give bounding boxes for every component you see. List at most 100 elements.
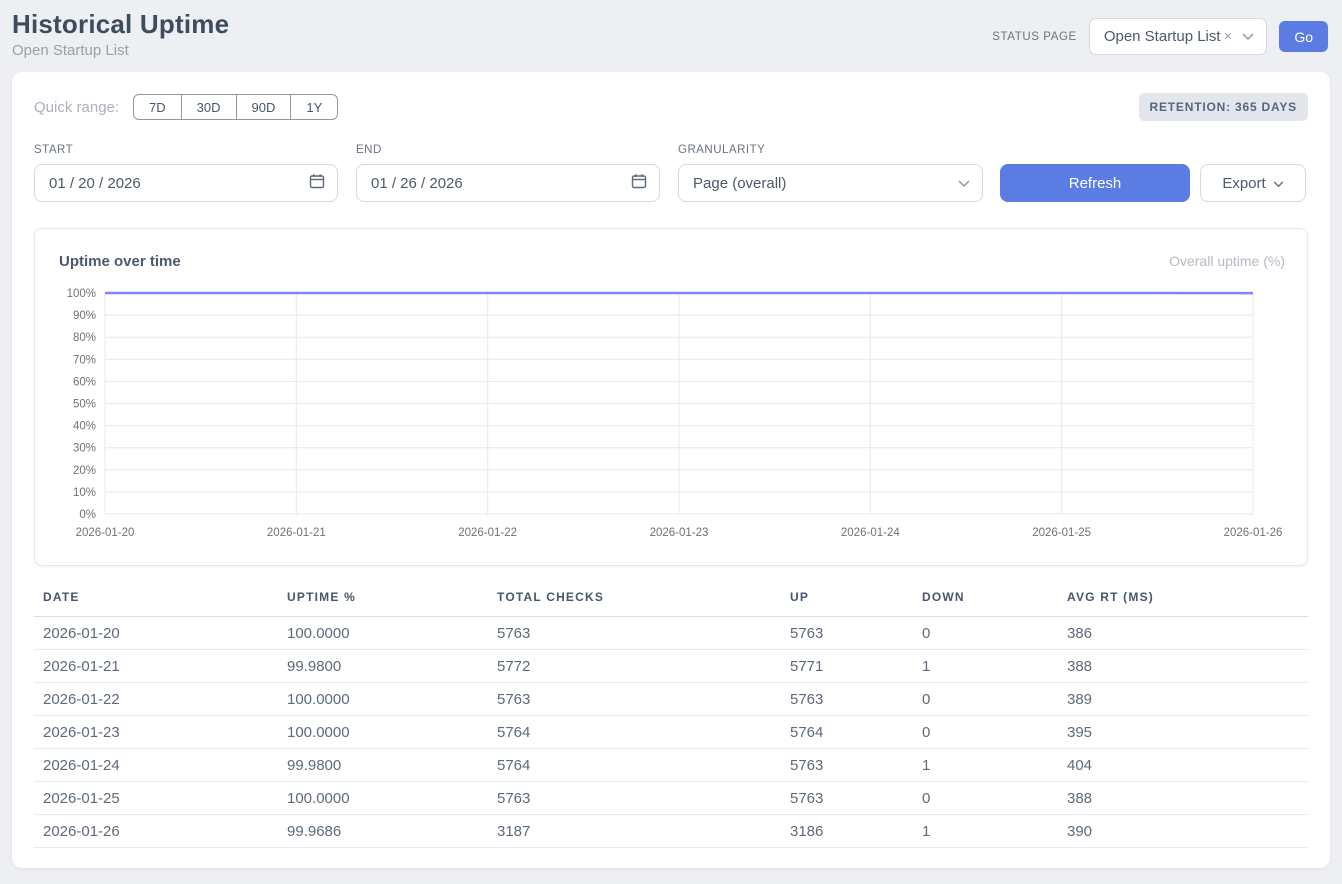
table-cell: 2026-01-20 <box>34 617 278 650</box>
column-header: UP <box>781 590 913 617</box>
calendar-icon[interactable] <box>631 173 647 193</box>
chart-title: Uptime over time <box>59 253 181 270</box>
retention-badge: RETENTION: 365 DAYS <box>1139 93 1308 121</box>
y-axis-tick-label: 50% <box>73 399 96 411</box>
table-cell: 99.9800 <box>278 650 488 683</box>
y-axis-tick-label: 0% <box>79 509 96 521</box>
x-axis-tick-label: 2026-01-20 <box>76 527 135 539</box>
clear-selection-icon[interactable]: × <box>1224 28 1233 45</box>
uptime-table: DATEUPTIME %TOTAL CHECKSUPDOWNAVG RT (MS… <box>34 590 1308 848</box>
y-axis-tick-label: 70% <box>73 354 96 366</box>
x-axis-tick-label: 2026-01-23 <box>650 527 709 539</box>
table-cell: 100.0000 <box>278 782 488 815</box>
y-axis-tick-label: 30% <box>73 443 96 455</box>
table-cell: 0 <box>913 683 1058 716</box>
table-row: 2026-01-25100.0000576357630388 <box>34 782 1308 815</box>
table-header: DATEUPTIME %TOTAL CHECKSUPDOWNAVG RT (MS… <box>34 590 1308 617</box>
page-heading: Historical Uptime Open Startup List <box>12 8 229 61</box>
export-button[interactable]: Export <box>1200 164 1306 202</box>
column-header: DATE <box>34 590 278 617</box>
table-cell: 100.0000 <box>278 716 488 749</box>
column-header: AVG RT (MS) <box>1058 590 1308 617</box>
x-axis-tick-label: 2026-01-22 <box>458 527 517 539</box>
export-button-label: Export <box>1222 175 1265 192</box>
y-axis-tick-label: 40% <box>73 421 96 433</box>
table-row: 2026-01-2199.9800577257711388 <box>34 650 1308 683</box>
table-cell: 5763 <box>781 617 913 650</box>
chart-legend-label: Overall uptime (%) <box>1169 253 1285 269</box>
status-page-selected-value: Open Startup List <box>1104 28 1221 45</box>
quick-range-wrap: Quick range: 7D30D90D1Y <box>34 94 338 120</box>
granularity-selected-value: Page (overall) <box>693 175 786 192</box>
start-date-field: START 01 / 20 / 2026 <box>34 144 338 202</box>
table-cell: 99.9686 <box>278 815 488 848</box>
chevron-down-icon <box>1273 175 1284 192</box>
quick-range-button-90d[interactable]: 90D <box>237 94 292 120</box>
uptime-chart-card: Uptime over time Overall uptime (%) 0% 10… <box>34 228 1308 566</box>
refresh-button[interactable]: Refresh <box>1000 164 1190 202</box>
table-row: 2026-01-22100.0000576357630389 <box>34 683 1308 716</box>
table-cell: 3187 <box>488 815 781 848</box>
x-axis-tick-label: 2026-01-25 <box>1032 527 1091 539</box>
table-cell: 5763 <box>781 782 913 815</box>
table-cell: 1 <box>913 650 1058 683</box>
table-cell: 5764 <box>488 716 781 749</box>
header-actions: STATUS PAGE Open Startup List × Go <box>992 18 1328 55</box>
table-cell: 2026-01-24 <box>34 749 278 782</box>
table-cell: 388 <box>1058 650 1308 683</box>
end-date-input[interactable]: 01 / 26 / 2026 <box>356 164 660 202</box>
table-cell: 5763 <box>781 749 913 782</box>
granularity-select[interactable]: Page (overall) <box>678 164 983 202</box>
table-cell: 2026-01-23 <box>34 716 278 749</box>
table-cell: 0 <box>913 782 1058 815</box>
table-cell: 388 <box>1058 782 1308 815</box>
table-cell: 5763 <box>488 782 781 815</box>
table-cell: 404 <box>1058 749 1308 782</box>
column-header: UPTIME % <box>278 590 488 617</box>
chart-header: Uptime over time Overall uptime (%) <box>35 229 1307 279</box>
y-axis-tick-label: 10% <box>73 487 96 499</box>
start-date-value: 01 / 20 / 2026 <box>49 175 141 192</box>
table-cell: 100.0000 <box>278 683 488 716</box>
quick-range-button-7d[interactable]: 7D <box>133 94 182 120</box>
quick-range-button-1y[interactable]: 1Y <box>291 94 338 120</box>
y-axis-tick-label: 60% <box>73 376 96 388</box>
quick-range-label: Quick range: <box>34 99 119 116</box>
status-page-select[interactable]: Open Startup List × <box>1089 18 1268 55</box>
main-panel: Quick range: 7D30D90D1Y RETENTION: 365 D… <box>12 72 1330 868</box>
table-row: 2026-01-2699.9686318731861390 <box>34 815 1308 848</box>
table-cell: 386 <box>1058 617 1308 650</box>
table-row: 2026-01-23100.0000576457640395 <box>34 716 1308 749</box>
table-row: 2026-01-20100.0000576357630386 <box>34 617 1308 650</box>
calendar-icon[interactable] <box>309 173 325 193</box>
table-cell: 390 <box>1058 815 1308 848</box>
granularity-field: GRANULARITY Page (overall) <box>678 144 983 202</box>
table-cell: 395 <box>1058 716 1308 749</box>
y-axis-tick-label: 100% <box>67 288 96 300</box>
column-header: DOWN <box>913 590 1058 617</box>
y-axis-tick-label: 20% <box>73 465 96 477</box>
start-date-input[interactable]: 01 / 20 / 2026 <box>34 164 338 202</box>
x-axis-tick-label: 2026-01-21 <box>267 527 326 539</box>
granularity-label: GRANULARITY <box>678 144 983 156</box>
page-title: Historical Uptime <box>12 8 229 40</box>
quick-range-button-group: 7D30D90D1Y <box>133 94 338 120</box>
table-cell: 389 <box>1058 683 1308 716</box>
column-header: TOTAL CHECKS <box>488 590 781 617</box>
y-axis-tick-label: 80% <box>73 332 96 344</box>
end-date-field: END 01 / 26 / 2026 <box>356 144 660 202</box>
table-cell: 3186 <box>781 815 913 848</box>
page-header: Historical Uptime Open Startup List STAT… <box>0 0 1342 72</box>
table-cell: 5771 <box>781 650 913 683</box>
table-cell: 99.9800 <box>278 749 488 782</box>
table-cell: 100.0000 <box>278 617 488 650</box>
quick-range-button-30d[interactable]: 30D <box>182 94 237 120</box>
table-cell: 5772 <box>488 650 781 683</box>
table-cell: 2026-01-21 <box>34 650 278 683</box>
page-subtitle: Open Startup List <box>12 40 229 61</box>
go-button[interactable]: Go <box>1279 21 1328 52</box>
table-cell: 2026-01-25 <box>34 782 278 815</box>
start-date-label: START <box>34 144 338 156</box>
end-date-label: END <box>356 144 660 156</box>
status-page-label: STATUS PAGE <box>992 31 1077 43</box>
